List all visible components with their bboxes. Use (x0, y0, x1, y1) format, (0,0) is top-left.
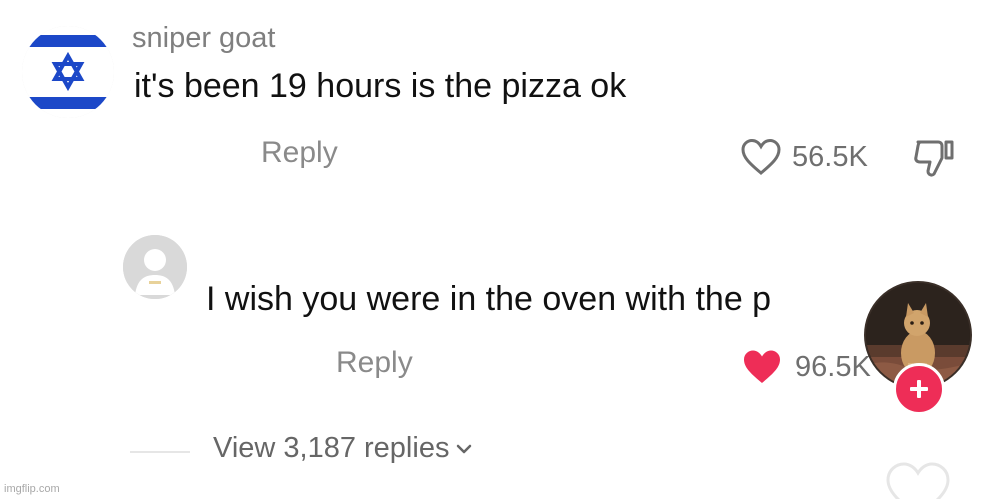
default-user-avatar-icon (123, 235, 187, 299)
replies-divider (130, 451, 190, 453)
partial-heart-icon (882, 460, 954, 499)
plus-icon (910, 380, 928, 398)
view-replies-button[interactable]: View 3,187 replies (213, 432, 473, 465)
follow-button[interactable] (893, 363, 945, 415)
comment-text: it's been 19 hours is the pizza ok (134, 67, 627, 105)
like-button-2[interactable]: 96.5K (741, 348, 875, 386)
israel-flag-icon (22, 26, 114, 118)
commenter-avatar[interactable] (22, 26, 114, 118)
thumbs-down-icon (914, 140, 954, 177)
like-button[interactable]: 56.5K (740, 138, 868, 176)
chevron-down-icon (457, 444, 472, 453)
view-replies-label: View 3,187 replies (213, 432, 450, 464)
commenter-username[interactable]: sniper goat (132, 22, 276, 55)
watermark: imgflip.com (4, 483, 60, 495)
reply-button[interactable]: Reply (261, 136, 338, 170)
reply-comment-text: I wish you were in the oven with the p (206, 280, 772, 318)
reply-commenter-avatar[interactable] (123, 235, 187, 299)
heart-outline-icon (741, 138, 781, 175)
heart-filled-icon (744, 350, 780, 383)
like-count-2: 96.5K (795, 350, 871, 383)
reply-button-2[interactable]: Reply (336, 346, 413, 380)
like-count: 56.5K (792, 140, 868, 173)
dislike-button[interactable] (912, 138, 958, 178)
